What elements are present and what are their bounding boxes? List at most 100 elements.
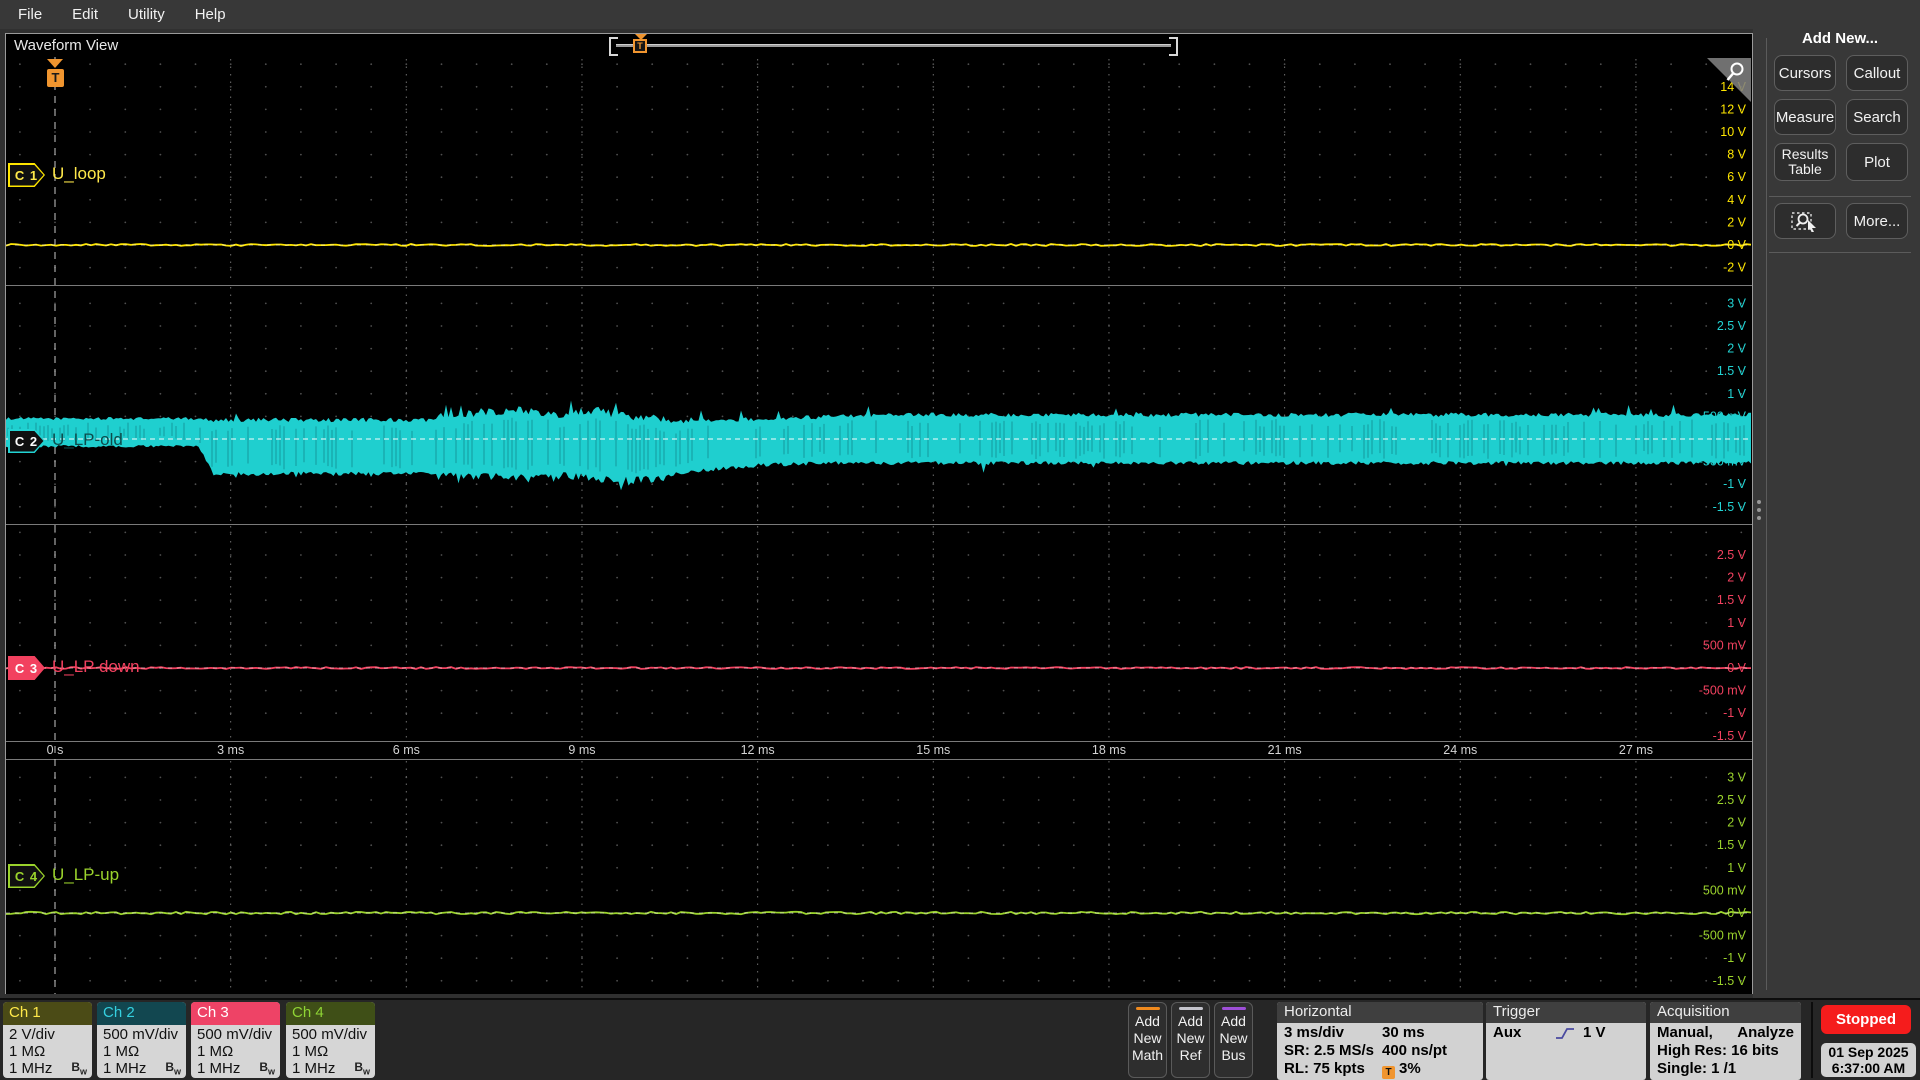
bandwidth-limit-icon: Bw: [71, 1059, 87, 1076]
date-value: 01 Sep 2025: [1828, 1044, 1909, 1060]
time-axis-label: 18 ms: [1092, 743, 1126, 757]
corner-zoom-icon[interactable]: [1707, 58, 1751, 102]
scale-label-ch3: 2 V: [1727, 571, 1746, 585]
channel-badge-1[interactable]: C 1: [8, 163, 45, 187]
time-axis-label: 9 ms: [568, 743, 595, 757]
add-new-math-button[interactable]: Add New Math: [1128, 1002, 1167, 1078]
acquisition-analyze: Analyze: [1737, 1024, 1794, 1041]
trigger-position-flag[interactable]: T: [39, 59, 71, 95]
add-new-title: Add New...: [1801, 30, 1879, 47]
scale-label-ch4: 1 V: [1727, 861, 1746, 875]
menu-item-help[interactable]: Help: [195, 6, 226, 23]
minimap-left-bracket: [609, 37, 618, 56]
trigger-panel[interactable]: Trigger Aux 1 V: [1486, 1002, 1646, 1080]
trigger-t-icon: T: [1382, 1066, 1395, 1079]
add-new-bus-button[interactable]: Add New Bus: [1214, 1002, 1253, 1078]
right-control-panel: Add New... Cursors Callout Measure Search Re…: [1753, 0, 1920, 998]
sample-rate: SR: 2.5 MS/s: [1284, 1042, 1375, 1059]
record-length: RL: 75 kpts: [1284, 1060, 1365, 1077]
waveform-plot-area[interactable]: 0 s 3 ms 6 ms 9 ms 12 ms 15 ms 18 ms 21 ms 24 ms…: [6, 57, 1752, 994]
zoom-select-button[interactable]: [1774, 203, 1836, 239]
trigger-t-icon: T: [47, 69, 64, 87]
time-axis-label: 15 ms: [916, 743, 950, 757]
run-stop-status-badge[interactable]: Stopped: [1821, 1005, 1911, 1034]
add-new-callout-button[interactable]: Callout: [1846, 55, 1908, 91]
horizontal-scale: 3 ms/div: [1284, 1024, 1345, 1041]
scale-label-ch1: 12 V: [1720, 102, 1746, 116]
channel-impedance: 1 MΩ: [292, 1043, 329, 1060]
channel-badge-4[interactable]: C 4: [8, 864, 45, 888]
time-value: 6:37:00 AM: [1831, 1060, 1906, 1076]
scale-label-ch2: -1 V: [1723, 477, 1747, 491]
bandwidth-limit-icon: Bw: [259, 1059, 275, 1076]
scale-label-ch1: 2 V: [1727, 215, 1746, 229]
acquisition-panel[interactable]: Acquisition Manual, Analyze High Res: 16 …: [1650, 1002, 1801, 1080]
scale-label-ch4: 2 V: [1727, 816, 1746, 830]
panel-divider: [1766, 38, 1767, 990]
channel-scale: 500 mV/div: [292, 1026, 368, 1043]
rising-edge-icon: [1556, 1027, 1574, 1039]
menu-item-utility[interactable]: Utility: [128, 6, 165, 23]
add-new-results-table-button[interactable]: Results Table: [1774, 143, 1836, 181]
scale-label-ch2: -1.5 V: [1713, 500, 1747, 514]
add-new-ref-button[interactable]: Add New Ref: [1171, 1002, 1210, 1078]
scale-label-ch3: -500 mV: [1699, 684, 1747, 698]
acquisition-panel-title: Acquisition: [1650, 1002, 1801, 1023]
waveform-view-frame: Waveform View T 0 s 3 ms 6 ms 9 ms 12 ms 15 m…: [5, 33, 1753, 994]
panel-divider: [1769, 252, 1911, 253]
scale-label-ch4: 1.5 V: [1717, 838, 1747, 852]
scale-label-ch1: 10 V: [1720, 125, 1746, 139]
channel-badge-3[interactable]: C 3: [8, 656, 45, 680]
horizontal-position-minimap[interactable]: T: [606, 34, 1181, 57]
footer-channel-badge-4[interactable]: Ch 4 500 mV/div 1 MΩ 1 MHz Bw: [286, 1002, 375, 1078]
scale-label-ch1: -2 V: [1723, 261, 1747, 275]
scale-label-ch3: -1 V: [1723, 706, 1747, 720]
channel-scale: 500 mV/div: [103, 1026, 179, 1043]
panel-drag-handle[interactable]: [1755, 500, 1763, 526]
channel-scale: 500 mV/div: [197, 1026, 273, 1043]
add-new-measure-button[interactable]: Measure: [1774, 99, 1836, 135]
scale-label-ch1: 8 V: [1727, 148, 1746, 162]
footer-channel-badge-3[interactable]: Ch 3 500 mV/div 1 MΩ 1 MHz Bw: [191, 1002, 280, 1078]
horizontal-panel-title: Horizontal: [1277, 1002, 1483, 1023]
more-button[interactable]: More...: [1846, 203, 1908, 239]
scale-label-ch3: 500 mV: [1703, 638, 1747, 652]
horizontal-panel[interactable]: Horizontal 3 ms/div 30 ms SR: 2.5 MS/s 400…: [1277, 1002, 1483, 1080]
trace-label-4: U_LP-up: [52, 865, 120, 884]
footer-channel-badge-1[interactable]: Ch 12 V/div 1 MΩ 1 MHz Bw: [3, 1002, 92, 1078]
channel-badge-2[interactable]: C 2: [8, 429, 45, 453]
channel-impedance: 1 MΩ: [9, 1043, 46, 1060]
scale-label-ch4: -1.5 V: [1713, 974, 1747, 988]
add-new-plot-button[interactable]: Plot: [1846, 143, 1908, 181]
scale-label-ch4: 2.5 V: [1717, 793, 1747, 807]
channel-impedance: 1 MΩ: [197, 1043, 234, 1060]
scale-label-ch3: 1 V: [1727, 616, 1746, 630]
acquisition-single: Single: 1 /1: [1657, 1060, 1737, 1077]
trigger-position-value: T 3%: [1382, 1060, 1421, 1079]
accent-bar: [1136, 1007, 1160, 1010]
panel-divider: [1769, 196, 1911, 197]
scale-label-ch4: -500 mV: [1699, 929, 1747, 943]
menu-item-edit[interactable]: Edit: [72, 6, 98, 23]
minimap-right-bracket: [1169, 37, 1178, 56]
time-axis-label: 21 ms: [1268, 743, 1302, 757]
bandwidth-limit-icon: Bw: [354, 1059, 370, 1076]
time-axis-label: 12 ms: [741, 743, 775, 757]
oscilloscope-screen: FileEditUtilityHelp Tektronix Waveform V…: [0, 0, 1920, 1080]
time-axis-label: 27 ms: [1619, 743, 1653, 757]
sample-interval: 400 ns/pt: [1382, 1042, 1448, 1059]
time-axis-label: 0 s: [47, 743, 64, 757]
acquisition-resolution: High Res: 16 bits: [1657, 1042, 1779, 1059]
bandwidth-limit-icon: Bw: [165, 1059, 181, 1076]
add-new-search-button[interactable]: Search: [1846, 99, 1908, 135]
datetime-display[interactable]: 01 Sep 2025 6:37:00 AM: [1821, 1043, 1916, 1077]
trigger-source: Aux: [1493, 1024, 1522, 1041]
minimap-trigger-t-icon: T: [633, 39, 647, 53]
add-new-cursors-button[interactable]: Cursors: [1774, 55, 1836, 91]
time-axis-label: 24 ms: [1443, 743, 1477, 757]
scale-label-ch2: 1 V: [1727, 387, 1746, 401]
time-axis-label: 6 ms: [393, 743, 420, 757]
zoom-select-icon: [1791, 212, 1816, 232]
footer-channel-badge-2[interactable]: Ch 2 500 mV/div 1 MΩ 1 MHz Bw: [97, 1002, 186, 1078]
menu-item-file[interactable]: File: [18, 6, 42, 23]
